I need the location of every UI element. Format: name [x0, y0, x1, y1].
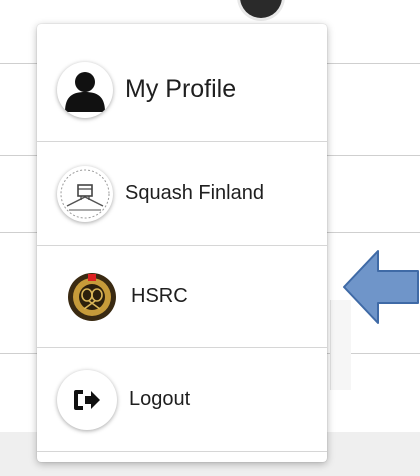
- header-avatar[interactable]: [240, 0, 282, 18]
- logout-icon: [57, 369, 117, 430]
- person-icon: [57, 61, 113, 118]
- user-dropdown-menu: My Profile Squash Finland HSRC Logout: [37, 24, 327, 462]
- menu-item-my-profile[interactable]: My Profile: [37, 24, 327, 142]
- menu-item-logout[interactable]: Logout: [37, 348, 327, 452]
- menu-item-label: My Profile: [125, 75, 237, 103]
- hsrc-logo-icon: [67, 271, 117, 322]
- squash-finland-logo-icon: [57, 165, 113, 222]
- arrow-left-icon: [343, 250, 419, 324]
- menu-item-label: Logout: [129, 388, 191, 410]
- menu-item-label: HSRC: [131, 285, 188, 307]
- app-screen: My Profile Squash Finland HSRC Logout: [0, 0, 420, 476]
- menu-item-label: Squash Finland: [125, 182, 264, 204]
- menu-item-squash-finland[interactable]: Squash Finland: [37, 142, 327, 246]
- menu-item-hsrc[interactable]: HSRC: [37, 246, 327, 348]
